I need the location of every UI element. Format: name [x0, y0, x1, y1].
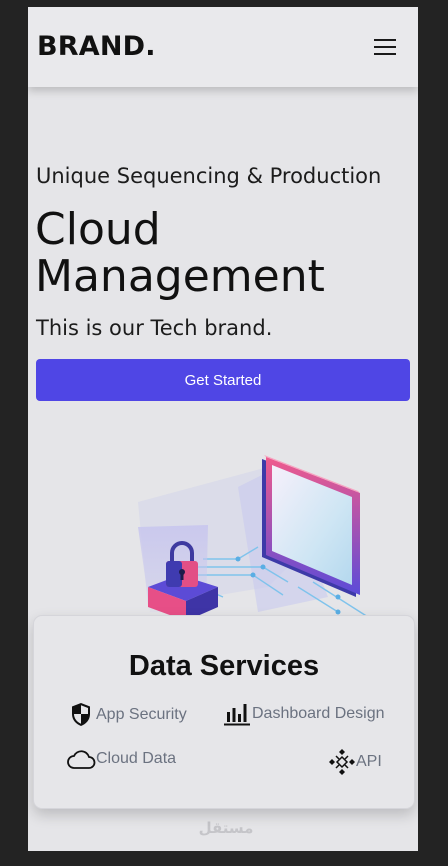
- service-label: Cloud Data: [96, 750, 177, 767]
- data-services-card: Data Services App Security Dashboard Des…: [33, 615, 415, 809]
- watermark-logo: مستقل: [198, 819, 254, 837]
- service-cloud-data[interactable]: Cloud Data: [66, 748, 176, 770]
- service-api[interactable]: API: [328, 748, 382, 776]
- hamburger-icon-line: [374, 53, 396, 55]
- get-started-button[interactable]: Get Started: [36, 359, 410, 401]
- hero-eyebrow: Unique Sequencing & Production: [36, 164, 382, 188]
- service-label: API: [356, 753, 382, 770]
- hero-title: Cloud Management: [35, 206, 325, 300]
- data-services-title: Data Services: [128, 650, 320, 682]
- hero-title-line: Management: [35, 251, 325, 302]
- hamburger-menu-button[interactable]: [372, 37, 398, 57]
- shield-icon: [70, 702, 92, 727]
- bar-chart-icon: [224, 702, 250, 726]
- service-dashboard-design[interactable]: Dashboard Design: [224, 702, 385, 726]
- cloud-security-illustration: [138, 455, 369, 621]
- hero-title-line: Cloud: [35, 204, 161, 255]
- cloud-icon: [66, 748, 96, 770]
- brand-logo[interactable]: BRAND.: [37, 31, 156, 62]
- service-app-security[interactable]: App Security: [70, 702, 187, 727]
- phone-screen: BRAND. Unique Sequencing & Production Cl…: [28, 7, 418, 851]
- hero-subtitle: This is our Tech brand.: [36, 316, 273, 340]
- hamburger-icon-line: [374, 46, 396, 48]
- api-icon: [328, 748, 356, 776]
- hamburger-icon-line: [374, 39, 396, 41]
- service-label: Dashboard Design: [252, 705, 385, 722]
- service-label: App Security: [96, 705, 187, 723]
- navbar: BRAND.: [28, 7, 418, 87]
